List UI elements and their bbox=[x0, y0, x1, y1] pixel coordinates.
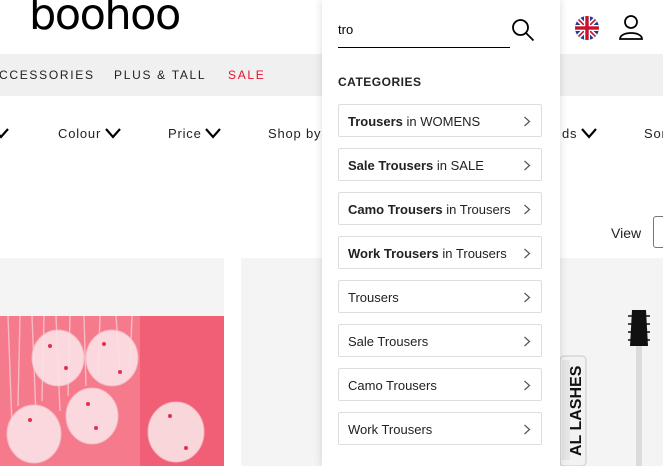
search-input-underline bbox=[338, 47, 510, 48]
chevron-right-icon bbox=[524, 248, 531, 259]
suggestion-context: in Trousers bbox=[442, 202, 511, 217]
chevron-right-icon bbox=[524, 204, 531, 215]
search-suggestion[interactable]: Sale Trousers in SALE bbox=[338, 148, 542, 181]
lashes-product-image[interactable]: AL LASHES bbox=[548, 306, 663, 466]
suggestion-term: Work Trousers bbox=[348, 422, 433, 437]
uk-flag-icon[interactable] bbox=[575, 16, 599, 40]
nav-item-plus-tall[interactable]: PLUS & TALL bbox=[114, 68, 206, 82]
account-icon[interactable] bbox=[618, 14, 644, 40]
chevron-right-icon bbox=[524, 116, 531, 127]
chevron-right-icon bbox=[524, 424, 531, 435]
suggestion-context: in WOMENS bbox=[402, 114, 481, 129]
filter-brands[interactable]: ds bbox=[562, 126, 577, 141]
chevron-right-icon bbox=[524, 380, 531, 391]
filter-shop-by[interactable]: Shop by bbox=[268, 126, 321, 141]
search-suggestion[interactable]: Camo Trousers in Trousers bbox=[338, 192, 542, 225]
nav-item-sale[interactable]: SALE bbox=[228, 68, 266, 82]
view-label: View bbox=[611, 225, 642, 241]
boohoo-logo[interactable]: boohoo bbox=[29, 0, 181, 37]
suggestion-term: Camo Trousers bbox=[348, 202, 443, 217]
svg-text:AL LASHES: AL LASHES bbox=[568, 365, 585, 456]
view-toggle[interactable] bbox=[653, 216, 663, 248]
search-icon[interactable] bbox=[511, 18, 535, 42]
chevron-down-icon[interactable] bbox=[580, 127, 598, 139]
search-suggestion[interactable]: Sale Trousers bbox=[338, 324, 542, 357]
suggestion-context: in SALE bbox=[433, 158, 484, 173]
suggestion-context: in Trousers bbox=[438, 246, 507, 261]
suggestion-term: Trousers bbox=[348, 114, 403, 129]
suggestion-term: Camo Trousers bbox=[348, 378, 437, 393]
search-suggestion[interactable]: Work Trousers in Trousers bbox=[338, 236, 542, 269]
filter-price[interactable]: Price bbox=[168, 126, 202, 141]
search-input[interactable] bbox=[338, 16, 506, 42]
nav-item-accessories[interactable]: CCESSORIES bbox=[0, 68, 95, 82]
search-suggestion[interactable]: Trousers in WOMENS bbox=[338, 104, 542, 137]
search-suggestion[interactable]: Work Trousers bbox=[338, 412, 542, 445]
chevron-right-icon bbox=[524, 292, 531, 303]
filter-sort[interactable]: Sor bbox=[644, 126, 663, 141]
suggestion-term: Sale Trousers bbox=[348, 334, 429, 349]
suggestion-term: Trousers bbox=[348, 290, 399, 305]
search-suggestion[interactable]: Trousers bbox=[338, 280, 542, 313]
search-suggestion[interactable]: Camo Trousers bbox=[338, 368, 542, 401]
balloons-product-image[interactable] bbox=[0, 316, 224, 466]
categories-heading: CATEGORIES bbox=[338, 75, 422, 89]
chevron-down-icon[interactable] bbox=[0, 127, 10, 139]
suggestion-term: Sale Trousers bbox=[348, 158, 434, 173]
chevron-down-icon[interactable] bbox=[204, 127, 222, 139]
chevron-right-icon bbox=[524, 160, 531, 171]
chevron-down-icon[interactable] bbox=[104, 127, 122, 139]
chevron-right-icon bbox=[524, 336, 531, 347]
filter-colour[interactable]: Colour bbox=[58, 126, 101, 141]
suggestion-term: Work Trousers bbox=[348, 246, 439, 261]
